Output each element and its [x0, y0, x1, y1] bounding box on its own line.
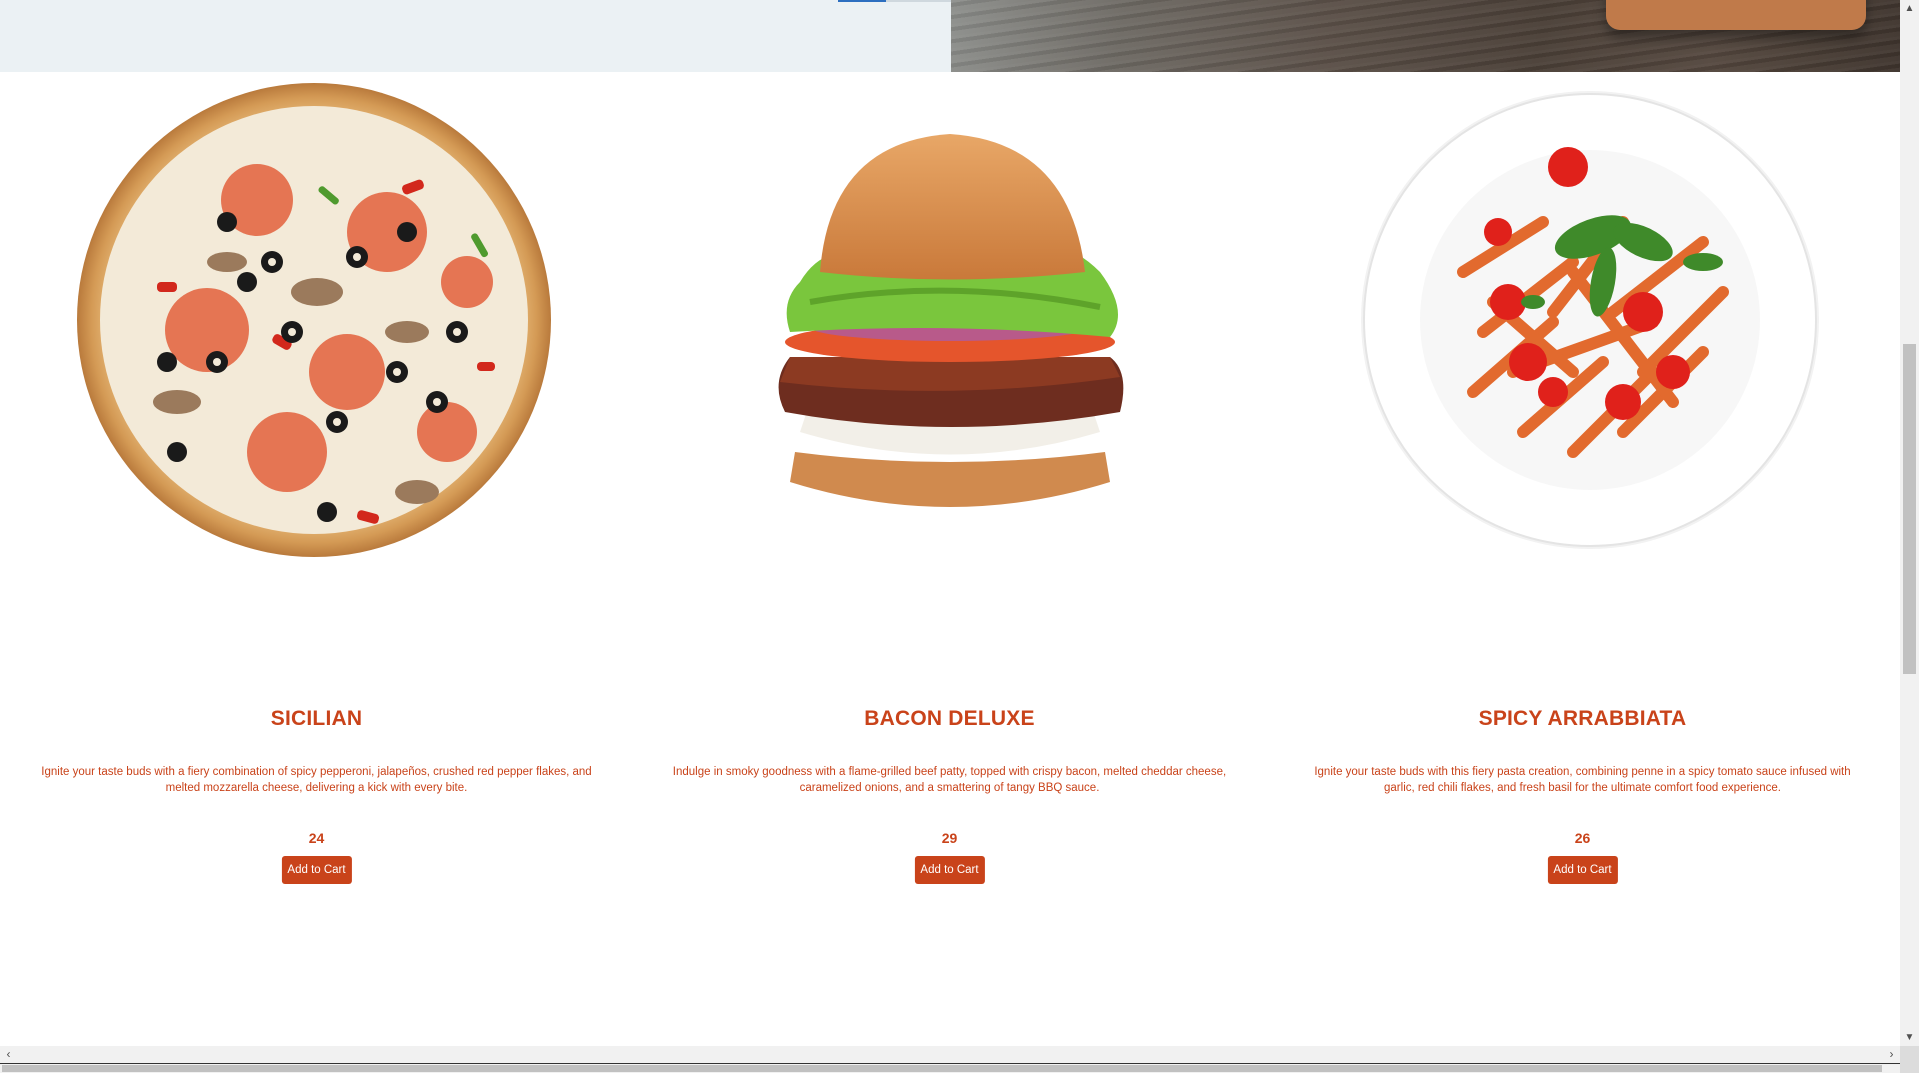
vertical-scroll-thumb[interactable] [1903, 344, 1916, 674]
hero-section-bottom [0, 0, 1900, 72]
scrollbar-divider [0, 1063, 1900, 1064]
horizontal-scrollbar[interactable]: ‹ › [0, 1046, 1900, 1073]
product-title: SICILIAN [270, 707, 363, 730]
slider-indicator-active[interactable] [838, 0, 886, 2]
product-title: SPICY ARRABBIATA [1478, 707, 1687, 730]
burger-illustration [778, 134, 1123, 507]
product-description: Ignite your taste buds with a fiery comb… [41, 766, 592, 794]
product-description: Indulge in smoky goodness with a flame-g… [672, 766, 1227, 794]
product-price: 26 [1574, 830, 1591, 846]
pizza-illustration [76, 83, 551, 557]
product-card: SPICY ARRABBIATA Ignite your taste buds … [1266, 72, 1899, 1046]
pasta-image [1323, 72, 1843, 592]
product-grid: SICILIAN Ignite your taste buds with a f… [0, 72, 1900, 1046]
add-to-cart-button[interactable]: Add to Cart [281, 856, 352, 884]
add-to-cart-button[interactable]: Add to Cart [914, 856, 985, 884]
burger-image [690, 72, 1210, 592]
vertical-scrollbar[interactable]: ▲ ▼ [1900, 0, 1919, 1046]
product-price: 29 [941, 830, 958, 846]
product-description: Ignite your taste buds with this fiery p… [1314, 766, 1851, 794]
browser-viewport: SICILIAN Ignite your taste buds with a f… [0, 0, 1919, 1073]
product-card: SICILIAN Ignite your taste buds with a f… [0, 72, 633, 1046]
pizza-box-image [1606, 0, 1866, 30]
scrollbar-corner [1900, 1046, 1919, 1073]
hero-photo [951, 0, 1900, 72]
hero-text-panel [0, 0, 1080, 72]
pizza-image [57, 72, 577, 592]
scroll-right-icon[interactable]: › [1883, 1046, 1900, 1063]
scroll-up-icon[interactable]: ▲ [1900, 0, 1919, 17]
product-title: BACON DELUXE [864, 707, 1035, 730]
pasta-illustration [1360, 91, 1819, 549]
product-price: 24 [308, 830, 325, 846]
add-to-cart-button[interactable]: Add to Cart [1547, 856, 1618, 884]
menu-page: SICILIAN Ignite your taste buds with a f… [0, 0, 1900, 1046]
scroll-down-icon[interactable]: ▼ [1900, 1029, 1919, 1046]
horizontal-scroll-thumb[interactable] [2, 1065, 1882, 1072]
scroll-left-icon[interactable]: ‹ [0, 1046, 17, 1063]
product-card: BACON DELUXE Indulge in smoky goodness w… [633, 72, 1266, 1046]
